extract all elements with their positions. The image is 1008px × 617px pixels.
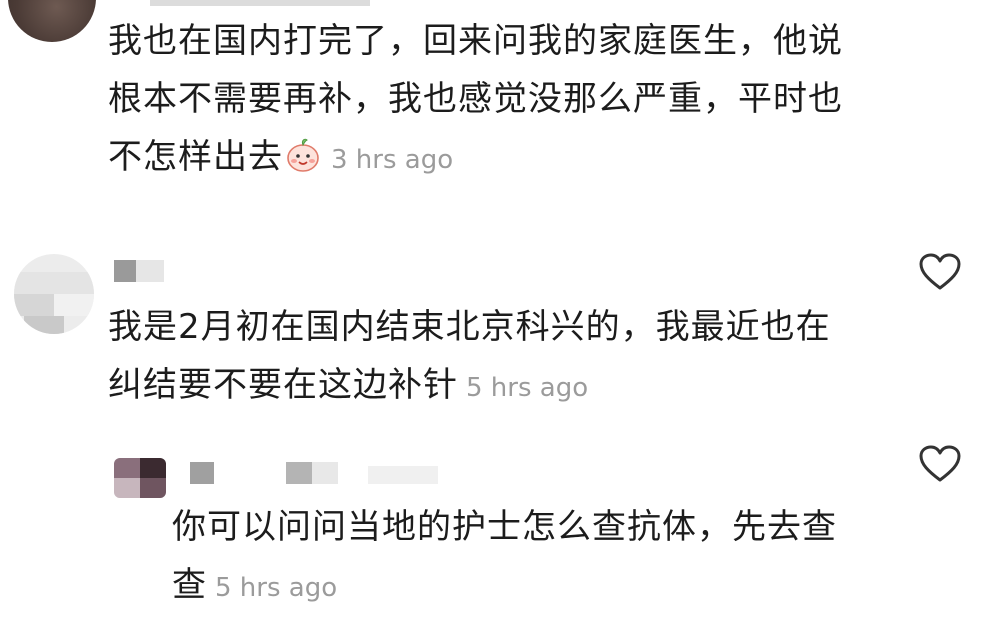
comment-line: 我是2月初在国内结束北京科兴的，我最近也在 [108, 307, 831, 347]
timestamp: 3 hrs ago [331, 145, 454, 175]
comment-line: 不怎样出去 3 hrs ago [108, 128, 843, 189]
like-heart-icon[interactable] [918, 252, 962, 292]
comment-line: 我也在国内打完了，回来问我的家庭医生，他说 [108, 21, 843, 61]
avatar[interactable] [8, 0, 96, 42]
username-redacted [190, 462, 450, 484]
username-redacted [150, 0, 370, 6]
timestamp: 5 hrs ago [215, 573, 338, 603]
comment-line: 查5 hrs ago [172, 565, 338, 605]
like-heart-icon[interactable] [918, 444, 962, 484]
comment-text: 我是2月初在国内结束北京科兴的，我最近也在 纠结要不要在这边补针 5 hrs ag… [108, 298, 831, 417]
comment-text: 你可以问问当地的护士怎么查抗体，先去查 查5 hrs ago [172, 498, 837, 617]
comment-line: 纠结要不要在这边补针 5 hrs ago [108, 365, 589, 405]
timestamp: 5 hrs ago [466, 373, 589, 403]
avatar[interactable] [114, 458, 166, 498]
smiling-peach-emoji-icon [283, 134, 323, 174]
comment-line: 你可以问问当地的护士怎么查抗体，先去查 [172, 507, 837, 547]
comment-line: 根本不需要再补，我也感觉没那么严重，平时也 [108, 79, 843, 119]
comment-text: 我也在国内打完了，回来问我的家庭医生，他说 根本不需要再补，我也感觉没那么严重，… [108, 12, 843, 189]
username-redacted [114, 260, 164, 282]
avatar[interactable] [14, 254, 94, 334]
